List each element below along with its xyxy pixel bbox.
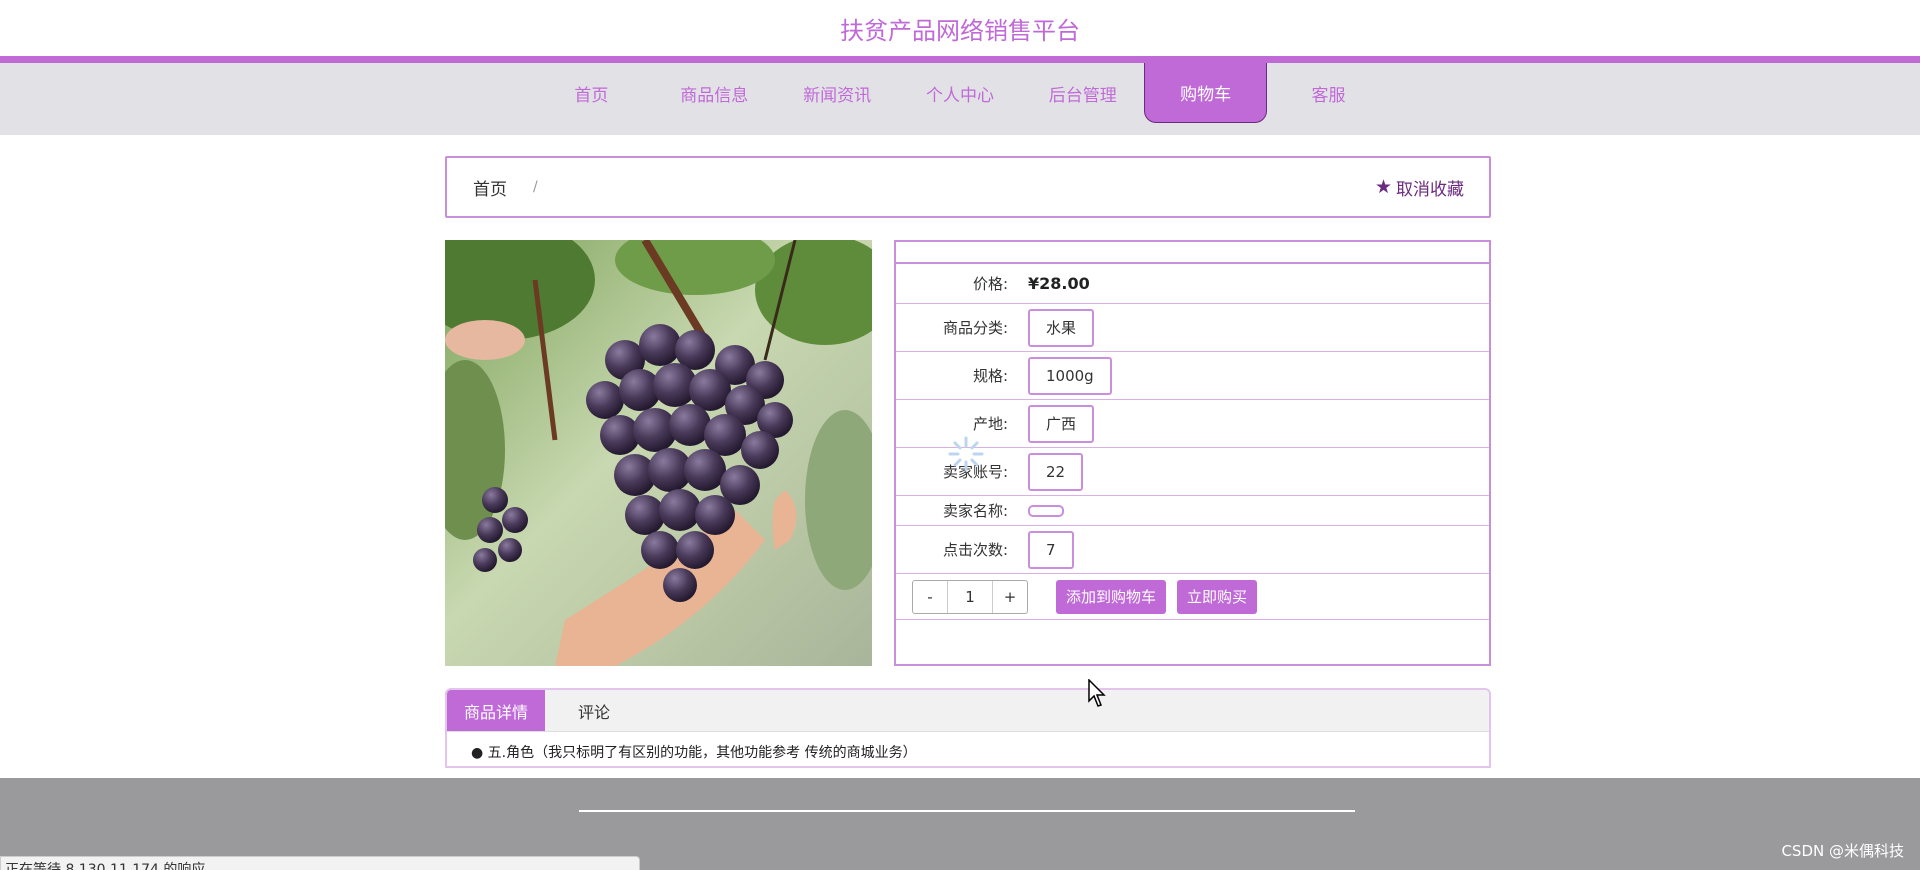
nav-item-home[interactable]: 首页: [530, 63, 653, 123]
quantity-stepper: - 1 +: [912, 579, 1028, 614]
purchase-row: - 1 + 添加到购物车 立即购买: [896, 574, 1489, 620]
tabs-bar: 商品详情 评论: [447, 690, 1489, 732]
origin-label: 产地:: [972, 415, 1008, 433]
spec-row: 规格: 1000g: [896, 352, 1489, 400]
unfavorite-label: 取消收藏: [1396, 179, 1464, 200]
price-value: ¥28.00: [1028, 274, 1090, 293]
breadcrumb-home-link[interactable]: 首页: [473, 175, 507, 200]
breadcrumb: 首页 / ★ 取消收藏: [445, 156, 1491, 218]
product-tabs: 商品详情 评论 ● 五.角色（我只标明了有区别的功能，其他功能参考 传统的商城业…: [445, 688, 1491, 768]
price-label: 价格:: [972, 275, 1008, 293]
clicks-label: 点击次数:: [942, 541, 1008, 559]
loading-spinner-icon: [948, 436, 984, 472]
breadcrumb-trail: 首页 /: [473, 175, 538, 200]
main-nav: 首页 商品信息 新闻资讯 个人中心 后台管理 购物车 客服: [0, 63, 1920, 135]
category-value: 水果: [1028, 308, 1095, 347]
watermark-credit: CSDN @米偶科技: [1781, 842, 1904, 860]
nav-item-cart[interactable]: 购物车: [1144, 63, 1268, 123]
clicks-value: 7: [1028, 530, 1074, 569]
tab-comments[interactable]: 评论: [545, 690, 643, 731]
spec-value: 1000g: [1028, 356, 1112, 395]
buy-now-button[interactable]: 立即购买: [1177, 579, 1258, 614]
nav-item-news[interactable]: 新闻资讯: [776, 63, 899, 123]
category-label: 商品分类:: [942, 319, 1008, 337]
quantity-increase-button[interactable]: +: [993, 581, 1027, 613]
quantity-decrease-button[interactable]: -: [913, 581, 947, 613]
add-to-cart-button[interactable]: 添加到购物车: [1056, 579, 1167, 614]
spec-label: 规格:: [972, 367, 1008, 385]
nav-items: 首页 商品信息 新闻资讯 个人中心 后台管理 购物车 客服: [530, 63, 1390, 135]
grapes-illustration: [445, 240, 872, 666]
unfavorite-button[interactable]: ★ 取消收藏: [1375, 175, 1464, 200]
tab-details[interactable]: 商品详情: [447, 690, 545, 731]
category-row: 商品分类: 水果: [896, 304, 1489, 352]
accent-bar: [0, 56, 1920, 63]
nav-item-products[interactable]: 商品信息: [653, 63, 776, 123]
origin-value: 广西: [1028, 404, 1095, 443]
seller-name-value: [1028, 504, 1064, 517]
price-row: 价格: ¥28.00: [896, 264, 1489, 304]
nav-item-admin[interactable]: 后台管理: [1021, 63, 1144, 123]
seller-name-row: 卖家名称:: [896, 496, 1489, 526]
breadcrumb-separator: /: [533, 179, 538, 195]
nav-item-support[interactable]: 客服: [1267, 63, 1390, 123]
mouse-pointer-icon: [1088, 679, 1106, 707]
seller-name-label: 卖家名称:: [942, 502, 1008, 520]
nav-item-profile[interactable]: 个人中心: [899, 63, 1022, 123]
site-title: 扶贫产品网络销售平台: [840, 16, 1080, 45]
product-image-grapes: [445, 240, 872, 666]
tab-content: ● 五.角色（我只标明了有区别的功能，其他功能参考 传统的商城业务）: [471, 745, 917, 761]
quantity-input[interactable]: 1: [947, 580, 993, 613]
star-icon: ★: [1374, 176, 1392, 198]
browser-status-bar: 正在等待 8.130.11.174 的响应...: [0, 856, 640, 870]
seller-account-value: 22: [1028, 452, 1084, 491]
clicks-row: 点击次数: 7: [896, 526, 1489, 574]
footer-divider: [579, 810, 1355, 812]
info-header: [896, 242, 1489, 264]
